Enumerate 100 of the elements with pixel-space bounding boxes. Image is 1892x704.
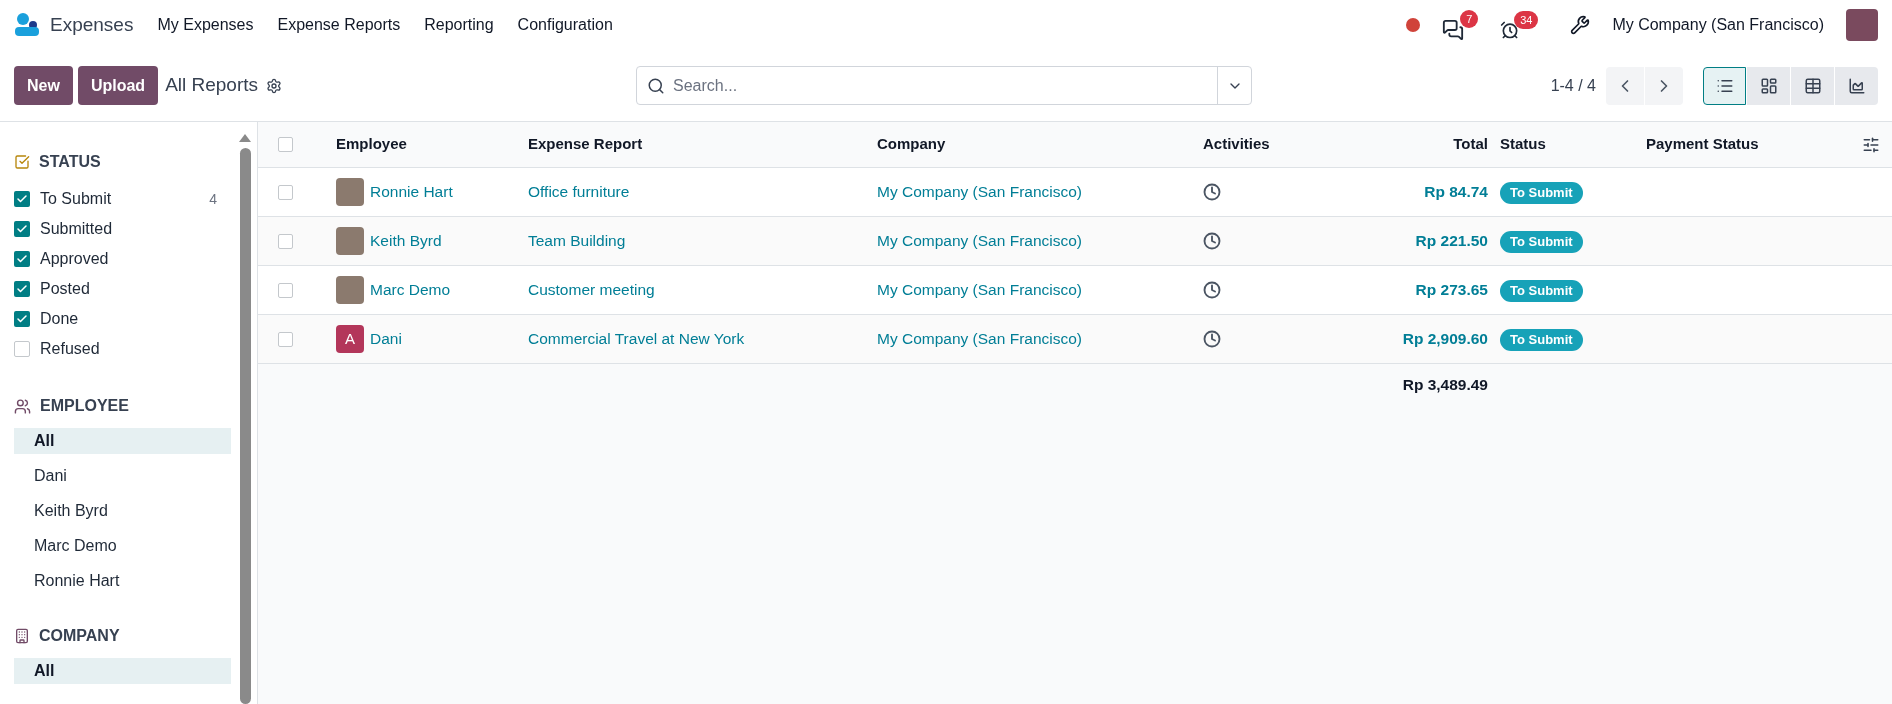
building-icon bbox=[14, 628, 30, 644]
employee-link[interactable]: Keith Byrd bbox=[370, 229, 442, 253]
filter-option-label[interactable]: Approved bbox=[40, 247, 109, 271]
company-link[interactable]: My Company (San Francisco) bbox=[877, 183, 1082, 201]
column-header[interactable]: Activities bbox=[1203, 135, 1270, 153]
status-checkbox[interactable] bbox=[14, 311, 30, 327]
total-amount: Rp 2,909.60 bbox=[1402, 330, 1488, 348]
filter-option-label[interactable]: Submitted bbox=[40, 217, 113, 241]
status-checkbox[interactable] bbox=[14, 341, 30, 357]
employee-avatar: A bbox=[336, 325, 364, 353]
employee-link[interactable]: Marc Demo bbox=[370, 278, 451, 302]
view-switch-button[interactable] bbox=[1747, 66, 1790, 105]
view-switch-button[interactable] bbox=[1791, 66, 1834, 105]
checkbox-icon bbox=[14, 154, 30, 170]
view-switch-button[interactable] bbox=[1703, 66, 1746, 105]
status-badge: To Submit bbox=[1500, 329, 1583, 351]
row-checkbox[interactable] bbox=[278, 233, 293, 249]
column-header[interactable]: Total bbox=[1453, 135, 1488, 153]
search-icon bbox=[647, 76, 666, 95]
activities-count-badge: 34 bbox=[1514, 10, 1539, 29]
activity-clock-icon[interactable] bbox=[1203, 330, 1221, 348]
settings-icon[interactable] bbox=[266, 77, 283, 94]
upload-button[interactable]: Upload bbox=[77, 66, 159, 105]
menu-item[interactable]: My Expenses bbox=[145, 13, 266, 37]
activity-clock-icon[interactable] bbox=[1203, 281, 1221, 299]
pager-value[interactable]: 1-4 / 4 bbox=[1550, 73, 1596, 98]
filter-count: 4 bbox=[209, 189, 217, 209]
status-badge: To Submit bbox=[1500, 231, 1583, 253]
total-amount: Rp 84.74 bbox=[1424, 183, 1488, 201]
company-switcher[interactable]: My Company (San Francisco) bbox=[1612, 13, 1824, 37]
checkmark-icon bbox=[16, 193, 28, 205]
filter-list-item[interactable]: Ronnie Hart bbox=[14, 568, 231, 594]
filter-list-item[interactable]: Dani bbox=[14, 463, 231, 489]
column-header[interactable]: Employee bbox=[336, 135, 407, 153]
table-icon bbox=[1803, 76, 1822, 95]
status-checkbox[interactable] bbox=[14, 221, 30, 237]
status-badge: To Submit bbox=[1500, 280, 1583, 302]
status-badge: To Submit bbox=[1500, 182, 1583, 204]
row-checkbox[interactable] bbox=[278, 331, 293, 347]
filter-list-item[interactable]: All bbox=[14, 658, 231, 684]
app-logo-icon[interactable] bbox=[14, 12, 40, 38]
employee-link[interactable]: Ronnie Hart bbox=[370, 180, 453, 204]
menu-item[interactable]: Reporting bbox=[412, 13, 506, 37]
activities-button[interactable]: 34 bbox=[1500, 10, 1539, 40]
total-amount: Rp 273.65 bbox=[1415, 281, 1488, 299]
clock-icon bbox=[1500, 19, 1521, 40]
employee-link[interactable]: Dani bbox=[370, 327, 402, 351]
new-button[interactable]: New bbox=[14, 66, 73, 105]
filter-option-label[interactable]: Done bbox=[40, 307, 79, 331]
scrollbar[interactable] bbox=[239, 134, 251, 704]
company-link[interactable]: My Company (San Francisco) bbox=[877, 330, 1082, 348]
activity-clock-icon[interactable] bbox=[1203, 232, 1221, 250]
menu-item[interactable]: Configuration bbox=[505, 13, 625, 37]
company-link[interactable]: My Company (San Francisco) bbox=[877, 232, 1082, 250]
checkmark-icon bbox=[16, 253, 28, 265]
filter-section-title: COMPANY bbox=[39, 626, 120, 646]
view-switch-button[interactable] bbox=[1835, 66, 1878, 105]
chat-icon bbox=[1442, 18, 1465, 41]
messages-count-badge: 7 bbox=[1460, 9, 1479, 28]
expense-report-link[interactable]: Team Building bbox=[528, 232, 626, 250]
filter-list-item[interactable]: All bbox=[14, 428, 231, 454]
menu-item[interactable]: Expense Reports bbox=[265, 13, 413, 37]
status-checkbox[interactable] bbox=[14, 191, 30, 207]
status-checkbox[interactable] bbox=[14, 251, 30, 267]
filter-list-item[interactable]: Marc Demo bbox=[14, 533, 231, 559]
sum-total: Rp 3,489.49 bbox=[1402, 376, 1488, 393]
expense-report-link[interactable]: Office furniture bbox=[528, 183, 630, 201]
filter-section-title: EMPLOYEE bbox=[40, 396, 129, 416]
view-title: All Reports bbox=[165, 73, 259, 98]
people-icon bbox=[14, 397, 31, 415]
filter-option-label[interactable]: Posted bbox=[40, 277, 90, 301]
photo-placeholder bbox=[336, 178, 364, 206]
search-bar[interactable]: Search... bbox=[636, 66, 1253, 105]
expense-report-link[interactable]: Commercial Travel at New York bbox=[528, 330, 745, 348]
row-checkbox[interactable] bbox=[278, 184, 293, 200]
checkmark-icon bbox=[16, 223, 28, 235]
column-header[interactable]: Status bbox=[1500, 135, 1546, 153]
filter-section-title: STATUS bbox=[39, 152, 101, 172]
column-header[interactable]: Payment Status bbox=[1646, 135, 1759, 153]
filter-list-item[interactable]: Keith Byrd bbox=[14, 498, 231, 524]
status-checkbox[interactable] bbox=[14, 281, 30, 297]
optional-columns-icon[interactable] bbox=[1862, 135, 1880, 154]
select-all-checkbox[interactable] bbox=[278, 137, 293, 152]
checkmark-icon bbox=[16, 313, 28, 325]
photo-placeholder bbox=[336, 227, 364, 255]
tools-icon[interactable] bbox=[1570, 15, 1591, 35]
activity-clock-icon[interactable] bbox=[1203, 183, 1221, 201]
messages-button[interactable]: 7 bbox=[1442, 9, 1479, 41]
company-link[interactable]: My Company (San Francisco) bbox=[877, 281, 1082, 299]
app-name[interactable]: Expenses bbox=[50, 10, 134, 40]
filter-option-label[interactable]: To Submit bbox=[40, 187, 112, 211]
total-amount: Rp 221.50 bbox=[1415, 232, 1488, 250]
search-field[interactable]: Search... bbox=[673, 73, 1218, 98]
column-header[interactable]: Expense Report bbox=[528, 135, 643, 153]
row-checkbox[interactable] bbox=[278, 282, 293, 298]
photo-placeholder bbox=[336, 276, 364, 304]
filter-option-label[interactable]: Refused bbox=[40, 337, 100, 361]
column-header[interactable]: Company bbox=[877, 135, 946, 153]
checkmark-icon bbox=[16, 283, 28, 295]
expense-report-link[interactable]: Customer meeting bbox=[528, 281, 655, 299]
